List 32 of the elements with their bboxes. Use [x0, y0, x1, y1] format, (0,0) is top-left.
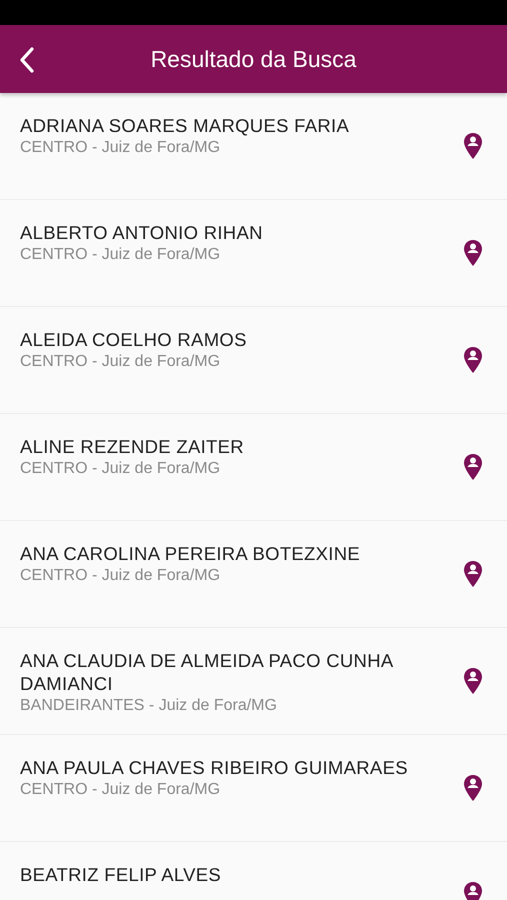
- result-item[interactable]: ANA CAROLINA PEREIRA BOTEZXINE CENTRO - Juiz de Fora/MG: [0, 521, 507, 628]
- location-text: BANDEIRANTES - Juiz de Fora/MG: [20, 696, 278, 716]
- location-pin-icon[interactable]: [463, 132, 483, 160]
- location-text: CENTRO - Juiz de Fora/MG: [20, 780, 222, 800]
- location-pin-icon[interactable]: [463, 667, 483, 695]
- location-pin-icon[interactable]: [463, 774, 483, 802]
- result-item[interactable]: ALEIDA COELHO RAMOS CENTRO - Juiz de Fora/MG: [0, 307, 507, 414]
- result-item[interactable]: ANA CLAUDIA DE ALMEIDA PACO CUNHA DAMIANCI BANDEIRANTES - Juiz de Fora/MG: [0, 628, 507, 735]
- location-text: CENTRO - Juiz de Fora/MG: [20, 459, 222, 479]
- screen-title: Resultado da Busca: [150, 46, 356, 72]
- person-name: ALBERTO ANTONIO RIHAN: [20, 221, 264, 244]
- person-name: ADRIANA SOARES MARQUES FARIA: [20, 114, 350, 137]
- result-item[interactable]: ADRIANA SOARES MARQUES FARIA CENTRO - Juiz de Fora/MG: [0, 93, 507, 200]
- person-name: ANA CAROLINA PEREIRA BOTEZXINE: [20, 542, 362, 565]
- person-name: BEATRIZ FELIP ALVES: [20, 863, 222, 886]
- back-button[interactable]: [18, 46, 36, 74]
- location-text: CENTRO - Juiz de Fora/MG: [20, 566, 222, 586]
- result-item[interactable]: ALINE REZENDE ZAITER CENTRO - Juiz de Fora/MG: [0, 414, 507, 521]
- person-name: ALINE REZENDE ZAITER: [20, 435, 245, 458]
- location-text: CENTRO - Juiz de Fora/MG: [20, 352, 222, 372]
- person-name: ANA CLAUDIA DE ALMEIDA PACO CUNHA DAMIANCI: [20, 649, 394, 695]
- location-text: CENTRO - Juiz de Fora/MG: [20, 245, 222, 265]
- result-item[interactable]: BEATRIZ FELIP ALVES: [0, 842, 507, 900]
- location-text: CENTRO - Juiz de Fora/MG: [20, 138, 222, 158]
- location-pin-icon[interactable]: [463, 560, 483, 588]
- location-pin-icon[interactable]: [463, 239, 483, 267]
- location-pin-icon[interactable]: [463, 453, 483, 481]
- person-name: ALEIDA COELHO RAMOS: [20, 328, 248, 351]
- person-name: ANA PAULA CHAVES RIBEIRO GUIMARAES: [20, 756, 409, 779]
- result-item[interactable]: ANA PAULA CHAVES RIBEIRO GUIMARAES CENTRO - Juiz de Fora/MG: [0, 735, 507, 842]
- location-pin-icon[interactable]: [463, 346, 483, 374]
- result-item[interactable]: ALBERTO ANTONIO RIHAN CENTRO - Juiz de Fora/MG: [0, 200, 507, 307]
